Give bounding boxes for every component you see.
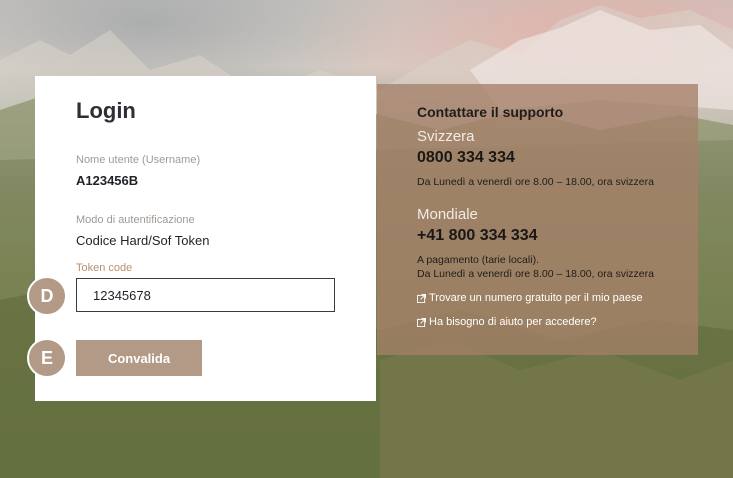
username-value: A123456B [76,173,139,188]
step-marker-e: E [27,338,67,378]
convalida-button[interactable]: Convalida [76,340,202,376]
username-label: Nome utente (Username) [76,154,201,166]
external-link-icon [417,293,426,303]
token-code-input[interactable] [76,278,335,312]
access-help-link[interactable]: Ha bisogno di aiuto per accedere? [417,316,597,328]
access-help-link-label: Ha bisogno di aiuto per accedere? [429,316,597,328]
login-card: Login Nome utente (Username) A123456B Mo… [35,76,376,401]
worldwide-pricing-note: A pagamento (tarie locali). [417,254,539,266]
worldwide-region-label: Mondiale [417,206,478,223]
free-number-link[interactable]: Trovare un numero gratuito per il mio pa… [417,292,643,304]
free-number-link-label: Trovare un numero gratuito per il mio pa… [429,292,643,304]
support-panel: Contattare il supporto Svizzera 0800 334… [377,84,698,355]
auth-mode-value: Codice Hard/Sof Token [76,233,210,248]
switzerland-phone: 0800 334 334 [417,149,515,166]
login-title: Login [76,98,136,123]
worldwide-phone: +41 800 334 334 [417,227,538,244]
support-title: Contattare il supporto [417,104,564,120]
auth-mode-label: Modo di autentificazione [76,214,195,226]
external-link-icon [417,317,426,327]
switzerland-region-label: Svizzera [417,128,475,145]
step-marker-d: D [27,276,67,316]
switzerland-hours: Da Lunedì a venerdì ore 8.00 – 18.00, or… [417,176,654,188]
token-code-label: Token code [76,262,133,274]
worldwide-hours: Da Lunedì a venerdì ore 8.00 – 18.00, or… [417,268,654,280]
